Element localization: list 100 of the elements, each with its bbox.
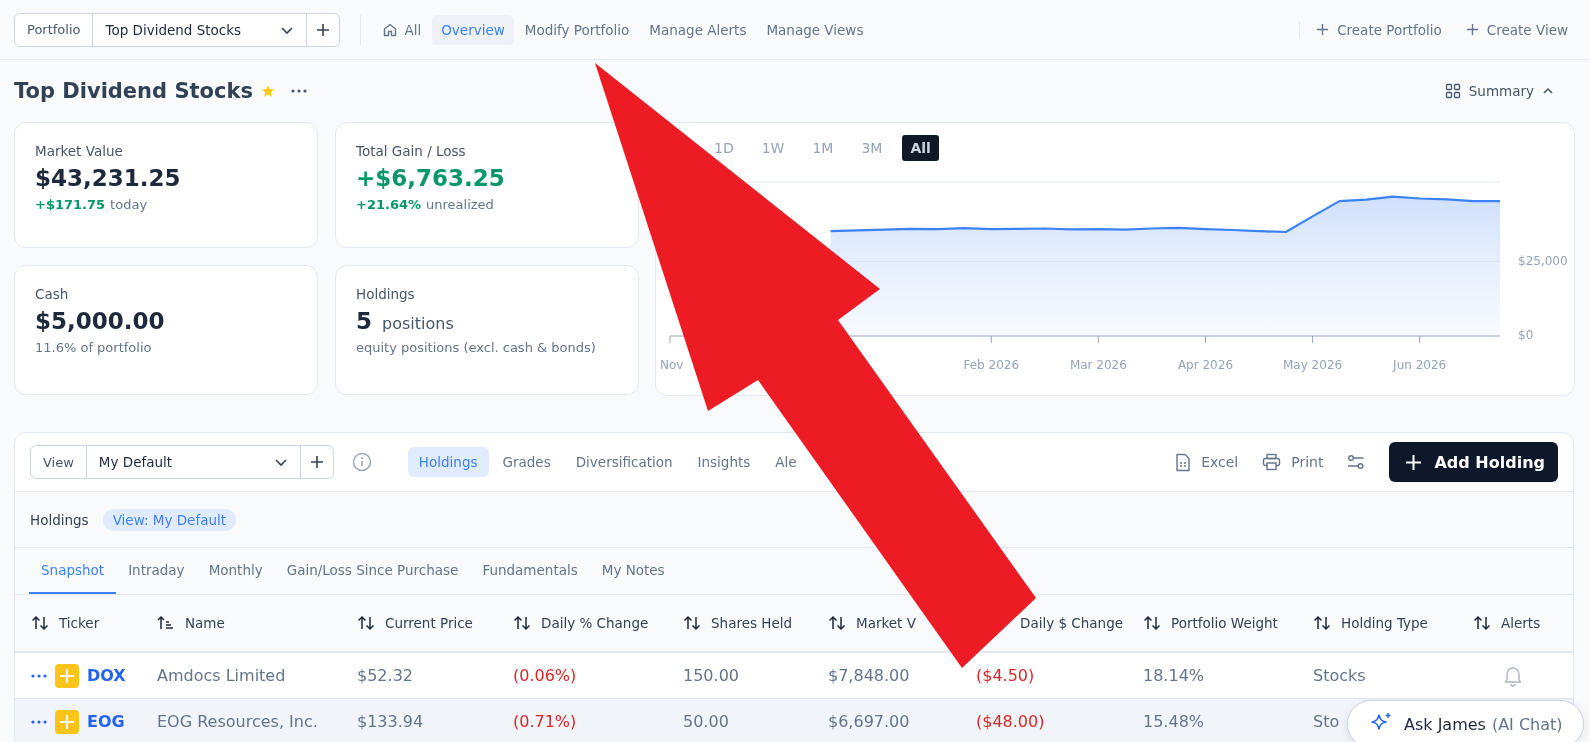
column-header[interactable]: Holding Type — [1313, 615, 1428, 631]
info-icon[interactable] — [351, 452, 372, 472]
subtab[interactable]: Monthly — [196, 548, 275, 594]
stat-note: 11.6% of portfolio — [35, 340, 153, 355]
column-header[interactable]: Shares Held — [683, 615, 793, 631]
stat-label: Holdings — [356, 286, 416, 302]
range-button[interactable]: 1D — [706, 135, 742, 161]
column-header[interactable]: Daily % Change — [513, 615, 649, 631]
settings-icon[interactable] — [1347, 454, 1366, 470]
view-chip: View: My Default — [102, 508, 237, 531]
nav-tab[interactable]: Modify Portfolio — [515, 14, 639, 45]
create-button[interactable]: Create Portfolio — [1308, 21, 1450, 38]
printer-icon — [1262, 453, 1282, 471]
table-cell: EOG Resources, Inc. — [157, 712, 318, 731]
sort-icon — [31, 615, 49, 631]
table-cell: $7,848.00 — [828, 666, 910, 685]
subtab[interactable]: Gain/Loss Since Purchase — [274, 548, 471, 594]
y-axis-label: $0 — [1518, 328, 1534, 342]
ticker-link[interactable]: DOX — [87, 666, 126, 685]
grid-icon — [1444, 83, 1461, 99]
print-button[interactable]: Print — [1262, 453, 1324, 471]
column-header[interactable]: Portfolio Weight — [1143, 615, 1278, 631]
table-cell: 15.48% — [1143, 712, 1204, 731]
ai-chat-button[interactable]: Ask James (AI Chat) — [1347, 700, 1584, 742]
x-axis-label: May 2026 — [1283, 358, 1343, 372]
range-button[interactable]: All — [902, 135, 939, 161]
sort-ascending-icon — [157, 615, 175, 631]
x-axis-label: Mar 2026 — [1069, 358, 1127, 372]
nav-tab[interactable]: Manage Alerts — [640, 14, 756, 45]
column-header[interactable]: Market V — [828, 615, 916, 631]
view-dropdown[interactable]: My Default — [86, 446, 301, 478]
nav-tab[interactable]: Overview — [432, 14, 514, 45]
range-button[interactable]: 3M — [853, 135, 891, 161]
range-button[interactable]: 1M — [804, 135, 842, 161]
nav-tab[interactable]: Manage Views — [757, 14, 873, 45]
table-cell: Sto — [1313, 712, 1340, 731]
y-axis-label: $25,000 — [1518, 254, 1568, 269]
column-header[interactable]: Daily $ Change — [1020, 615, 1124, 631]
table-cell: (0.71%) — [513, 712, 577, 731]
plus-icon — [1465, 23, 1479, 36]
star-icon[interactable] — [260, 84, 275, 98]
portfolio-dropdown[interactable]: Top Dividend Stocks — [93, 13, 308, 46]
stat-change: +21.64% — [356, 197, 422, 212]
excel-button[interactable]: Excel — [1175, 452, 1239, 472]
sort-icon — [828, 615, 846, 631]
stat-change: +$171.75 — [35, 197, 106, 212]
more-icon[interactable] — [31, 719, 47, 724]
plus-icon — [1405, 453, 1423, 471]
subtab[interactable]: Fundamentals — [470, 548, 590, 594]
table-cell: ($48.00) — [976, 712, 1045, 731]
plus-icon — [316, 22, 331, 37]
panel-tab[interactable]: Diversification — [564, 447, 684, 477]
table-cell: ($4.50) — [976, 666, 1035, 685]
panel-tab[interactable]: Insights — [686, 447, 762, 477]
ticker-link[interactable]: EOG — [87, 712, 125, 731]
portfolio-title: Top Dividend Stocks — [14, 79, 253, 103]
table-cell: 150.00 — [683, 666, 739, 685]
more-icon[interactable] — [290, 89, 307, 93]
column-header[interactable]: Current Price — [357, 615, 473, 631]
table-cell: 18.14% — [1143, 666, 1204, 685]
stat-label: Market Value — [35, 143, 124, 159]
column-header[interactable]: Alerts — [1473, 615, 1541, 631]
stat-note: today — [110, 197, 148, 212]
x-axis-label: Nov — [660, 358, 684, 372]
x-axis-label: Apr 2026 — [1177, 358, 1234, 372]
table-cell: Stocks — [1313, 666, 1366, 685]
section-label: Holdings — [30, 511, 89, 528]
stat-value: 5 — [356, 308, 372, 334]
stat-label: Cash — [35, 286, 70, 302]
document-icon — [1175, 452, 1192, 472]
table-cell: $52.32 — [357, 666, 413, 685]
subtab[interactable]: Intraday — [116, 548, 197, 594]
subtab[interactable]: My Notes — [589, 548, 677, 594]
summary-toggle[interactable]: Summary — [1444, 83, 1576, 99]
table-cell: 50.00 — [683, 712, 729, 731]
sort-icon — [357, 615, 375, 631]
more-icon[interactable] — [31, 673, 47, 678]
stat-unit: positions — [382, 314, 454, 333]
home-icon — [382, 21, 399, 38]
range-button[interactable]: 1W — [753, 135, 793, 161]
sort-icon — [1143, 615, 1161, 631]
stat-value: $5,000.00 — [35, 308, 166, 334]
table-cell: Amdocs Limited — [157, 666, 286, 685]
panel-tab[interactable]: Ale — [764, 447, 808, 477]
column-header[interactable]: Name — [157, 615, 225, 631]
sort-icon — [513, 615, 531, 631]
sort-icon — [1473, 615, 1491, 631]
add-holding-button[interactable]: Add Holding — [1389, 442, 1558, 482]
panel-tab[interactable]: Holdings — [407, 447, 489, 477]
column-header[interactable]: Ticker — [31, 615, 100, 631]
x-axis-label: Feb 2026 — [963, 358, 1020, 372]
nav-tab[interactable]: All — [373, 14, 431, 45]
view-label: View — [31, 446, 87, 478]
stat-label: Total Gain / Loss — [356, 143, 467, 159]
table-cell: $6,697.00 — [828, 712, 910, 731]
table-cell: $133.94 — [357, 712, 424, 731]
stat-note: equity positions (excl. cash & bonds) — [356, 340, 597, 355]
stat-value: $43,231.25 — [35, 165, 182, 191]
panel-tab[interactable]: Grades — [491, 447, 562, 477]
create-button[interactable]: Create View — [1457, 21, 1576, 38]
